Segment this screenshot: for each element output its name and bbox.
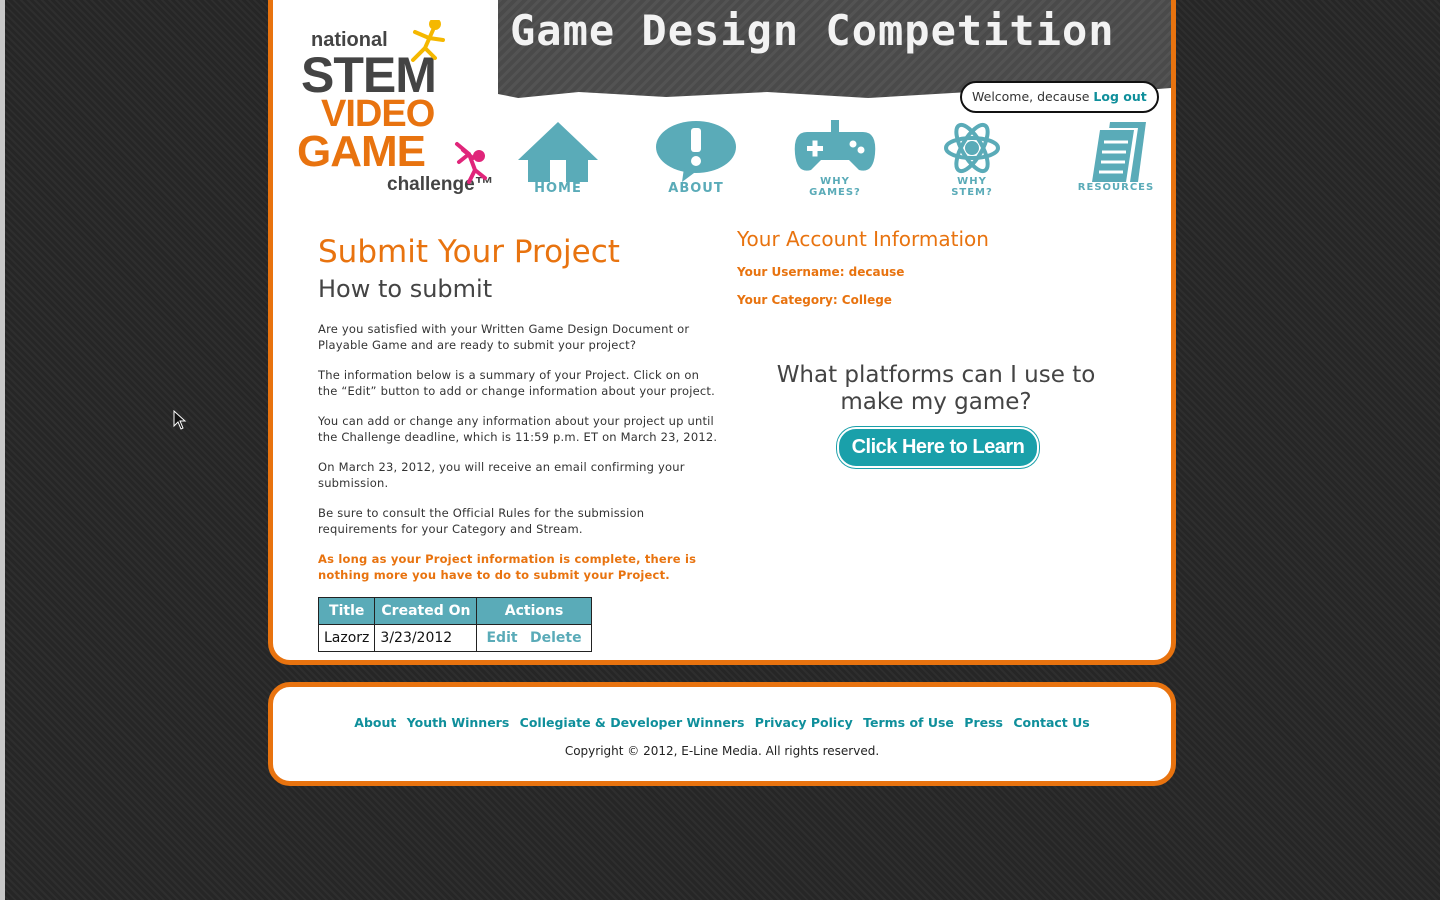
nav-why-stem[interactable]: WHY STEM? [927,120,1017,205]
copyright: Copyright © 2012, E-Line Media. All righ… [564,744,880,758]
nav-why-stem-sublabel: STEM? [951,187,993,198]
footer-link-privacy[interactable]: Privacy Policy [755,715,853,730]
footer: About Youth Winners Collegiate & Develop… [268,682,1176,786]
gamepad-icon [794,120,876,171]
column-header-created: Created On [374,597,478,625]
logo-game: GAME [297,127,425,176]
platforms-question: What platforms can I use to make my game… [776,362,1096,415]
nav-resources[interactable]: RESOURCES [1066,120,1166,205]
delete-link[interactable]: Delete [530,630,582,646]
table-row: Lazorz 3/23/2012 Edit Delete [317,624,592,652]
nav-home[interactable]: HOME [513,120,603,205]
main-content: Submit Your Project How to submit Are yo… [317,234,718,652]
nav-why-games-sublabel: GAMES? [809,187,861,198]
stem-challenge-logo[interactable]: national STEM VIDEO GAME challenge™ [293,18,494,200]
footer-link-collegiate-winners[interactable]: Collegiate & Developer Winners [520,715,745,730]
nav-home-label: HOME [534,181,582,196]
category-field: Your Category: College [737,293,892,307]
account-sidebar: Your Account Information Your Username: … [737,227,1117,495]
footer-link-youth-winners[interactable]: Youth Winners [407,715,510,730]
rules-paragraph: Be sure to consult the Official Rules fo… [318,506,645,536]
username-field: Your Username: decause [737,265,905,279]
intro-paragraph: Are you satisfied with your Written Game… [318,322,690,352]
house-icon [518,122,598,182]
footer-link-terms[interactable]: Terms of Use [863,715,954,730]
account-title: Your Account Information [737,227,989,251]
project-created-cell: 3/23/2012 [374,624,478,652]
section-subtitle: How to submit [318,275,493,303]
welcome-text: Welcome, decause [972,89,1090,104]
documents-icon [1092,122,1146,182]
mouse-cursor-icon [173,410,187,430]
logout-link[interactable]: Log out [1093,89,1146,104]
project-table: Title Created On Actions Lazorz 3/23/201… [317,597,592,652]
exclamation-bubble-icon [656,121,736,182]
nav-resources-label: RESOURCES [1077,182,1155,193]
welcome-pill: Welcome, decause Log out [960,81,1159,113]
nav-why-stem-label: WHY [957,176,987,187]
nav-why-games[interactable]: WHY GAMES? [790,120,880,205]
nav-why-games-label: WHY [820,176,850,187]
edit-link[interactable]: Edit [486,630,517,646]
footer-link-about[interactable]: About [354,715,396,730]
footer-link-contact[interactable]: Contact Us [1013,715,1089,730]
summary-paragraph: The information below is a summary of yo… [318,368,716,398]
logo-challenge: challenge™ [387,174,493,195]
nav-about-label: ABOUT [668,181,724,196]
footer-link-press[interactable]: Press [964,715,1003,730]
column-header-title: Title [317,597,376,625]
main-nav: HOME ABOUT WHY GAMES? WHY STEM? RESOURCE… [513,120,1163,210]
learn-more-button[interactable]: Click Here to Learn More [837,427,1039,495]
project-actions-cell: Edit Delete [476,624,592,652]
column-header-actions: Actions [476,597,592,625]
project-title-cell: Lazorz [317,624,376,652]
nav-about[interactable]: ABOUT [651,120,741,205]
page-title: Submit Your Project [318,234,620,270]
footer-links: About Youth Winners Collegiate & Develop… [273,715,1171,730]
atom-icon [944,122,1000,174]
banner-title: Game Design Competition [510,6,1115,55]
confirmation-paragraph: On March 23, 2012, you will receive an e… [318,460,685,490]
page-container: national STEM VIDEO GAME challenge™ Game… [268,0,1176,665]
window-left-edge [0,0,5,900]
deadline-paragraph: You can add or change any information ab… [318,414,718,444]
complete-notice: As long as your Project information is c… [318,552,697,582]
